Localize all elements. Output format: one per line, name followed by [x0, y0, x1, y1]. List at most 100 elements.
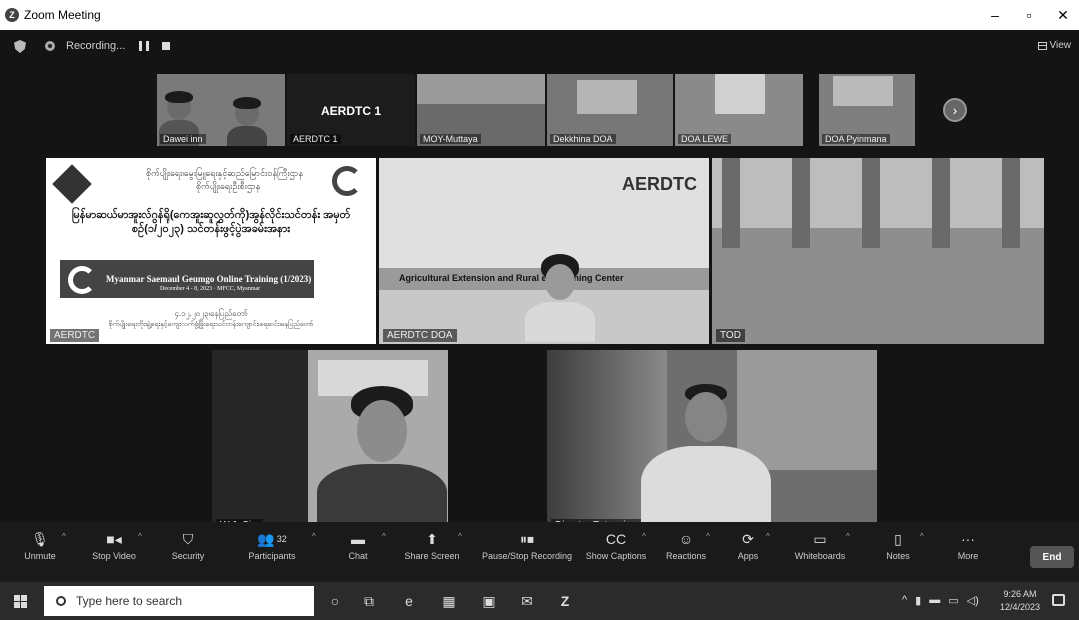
participant-name: TOD: [716, 329, 745, 342]
thumbnail-tile[interactable]: AERDTC 1 AERDTC 1: [287, 74, 415, 146]
unmute-button[interactable]: 🎙 Unmute ^: [0, 530, 80, 562]
stop-icon[interactable]: [162, 42, 170, 50]
participant-name: DOA Pyinmana: [822, 134, 890, 144]
chevron-up-icon[interactable]: ^: [766, 532, 770, 541]
chat-button[interactable]: ▬ Chat ^: [318, 530, 398, 561]
apps-icon: ⟳: [742, 530, 754, 547]
participant-name: AERDTC DOA: [383, 329, 457, 342]
cortana-icon[interactable]: ○: [326, 592, 344, 610]
slide-banner-subtitle: December 4 - 8, 2023 · MFCC, Myanmar: [160, 286, 261, 292]
video-tile[interactable]: TOD: [712, 158, 1044, 344]
show-captions-label: Show Captions: [585, 551, 647, 561]
meeting-toolbar: 🎙 Unmute ^ ■◂ Stop Video ^ ⛉ Security 👥 3…: [0, 522, 1079, 582]
notes-button[interactable]: ▯ Notes ^: [858, 530, 938, 562]
view-button[interactable]: View: [1037, 40, 1071, 51]
share-screen-label: Share Screen: [404, 551, 460, 561]
thumbnail-tile[interactable]: Dekkhina DOA: [547, 74, 673, 146]
thumbnail-tile[interactable]: Dawei inn: [157, 74, 285, 146]
taskbar-clock[interactable]: 9:26 AM 12/4/2023: [1000, 588, 1040, 614]
system-tray[interactable]: ^ ▮ ▬ ▭ ◁): [902, 594, 979, 607]
participant-name: AERDTC: [50, 329, 100, 342]
more-icon: ···: [961, 531, 975, 547]
notes-icon: ▯: [894, 530, 902, 547]
share-screen-button[interactable]: ⬆ Share Screen ^: [392, 530, 472, 562]
pause-stop-icon: ⏸⏹: [520, 530, 534, 547]
participants-label: Participants: [248, 551, 296, 561]
notifications-icon[interactable]: [1052, 594, 1065, 606]
clock-date: 12/4/2023: [1000, 602, 1041, 612]
taskbar-search-box[interactable]: Type here to search: [44, 586, 314, 616]
zoom-taskbar-icon[interactable]: Z: [556, 592, 574, 610]
chevron-up-icon[interactable]: ^: [312, 532, 316, 541]
shield-icon[interactable]: [14, 40, 26, 53]
chevron-up-icon[interactable]: ^: [920, 532, 924, 541]
video-tile[interactable]: AERDTC Agricultural Extension and Rural …: [379, 158, 709, 344]
reactions-icon: ☺: [678, 531, 694, 547]
thumbnail-tile[interactable]: MOY-Muttaya: [417, 74, 545, 146]
recording-status: Recording...: [66, 40, 126, 52]
chevron-up-icon[interactable]: ^: [846, 532, 850, 541]
window-titlebar: Z Zoom Meeting – ▫ ✕: [0, 0, 1079, 30]
participants-icon: 👥 32: [257, 530, 287, 547]
shared-slide-tile[interactable]: စိုက်ပျိုးရေး၊မွေးမြူရေးနှင့်ဆည်မြောင်းဝ…: [46, 158, 376, 344]
thumbnail-tile[interactable]: DOA Pyinmana: [819, 74, 915, 146]
chevron-up-icon[interactable]: ^: [62, 532, 66, 541]
mic-muted-icon: 🎙: [31, 530, 49, 547]
whiteboards-label: Whiteboards: [794, 551, 846, 561]
close-button[interactable]: ✕: [1048, 0, 1078, 30]
chevron-right-icon[interactable]: ›: [943, 98, 967, 122]
slide-banner-title: Myanmar Saemaul Geumgo Online Training (…: [106, 274, 312, 284]
store-icon[interactable]: ▣: [480, 592, 498, 610]
ministry-logo: [52, 164, 92, 204]
show-captions-button[interactable]: CC Show Captions ^: [576, 530, 656, 561]
participant-name: MOY-Muttaya: [420, 134, 481, 144]
windows-taskbar: Type here to search ○ ⧉ e ▦ ▣ ✉ Z ^ ▮ ▬ ▭ ◁)…: [0, 582, 1079, 620]
app-icon[interactable]: ▦: [440, 592, 458, 610]
share-icon: ⬆: [426, 530, 438, 547]
chevron-up-icon[interactable]: ^: [458, 532, 462, 541]
end-button[interactable]: End: [1030, 546, 1074, 568]
mail-icon[interactable]: ✉: [518, 592, 536, 610]
restore-button[interactable]: ▫: [1014, 0, 1044, 30]
pause-icon[interactable]: [139, 41, 149, 51]
aerdtc-brand-text: AERDTC: [622, 174, 697, 194]
whiteboard-icon: ▭: [813, 530, 827, 547]
aerdtc-caption: Agricultural Extension and Rural ent Tra…: [399, 273, 624, 283]
edge-icon[interactable]: e: [400, 592, 418, 610]
chevron-up-icon[interactable]: ^: [382, 532, 386, 541]
meeting-topbar: Recording... View: [0, 30, 1079, 62]
thumbnail-tile[interactable]: DOA LEWE: [675, 74, 803, 146]
reactions-label: Reactions: [665, 551, 707, 561]
apps-button[interactable]: ⟳ Apps ^: [708, 530, 788, 562]
video-tile[interactable]: W.J. Sim: [212, 350, 448, 534]
chat-icon: ▬: [351, 531, 365, 547]
captions-icon: CC: [605, 531, 627, 547]
stop-video-button[interactable]: ■◂ Stop Video ^: [74, 530, 154, 562]
slide-date: ၄.၁၂.၂၀၂၃၊နေပြည်တော်: [174, 309, 248, 318]
more-label: More: [957, 551, 979, 561]
task-view-icon[interactable]: ⧉: [360, 592, 378, 610]
participant-name: Dekkhina DOA: [550, 134, 616, 144]
search-placeholder: Type here to search: [76, 594, 183, 608]
unmute-label: Unmute: [24, 551, 56, 561]
video-icon: ■◂: [106, 530, 122, 547]
pause-stop-recording-label: Pause/Stop Recording: [481, 551, 573, 561]
whiteboards-button[interactable]: ▭ Whiteboards ^: [780, 530, 860, 562]
security-icon: ⛉: [182, 530, 194, 547]
security-button[interactable]: ⛉ Security: [148, 530, 228, 562]
minimize-button[interactable]: –: [980, 0, 1010, 30]
video-tile[interactable]: Director Extension: [547, 350, 877, 534]
zoom-logo-icon: Z: [5, 8, 19, 22]
participants-button[interactable]: 👥 32 Participants ^: [232, 530, 315, 562]
security-label: Security: [171, 551, 205, 561]
participant-avatar-name: AERDTC 1: [320, 104, 381, 118]
more-button[interactable]: ··· More: [928, 530, 1008, 561]
windows-icon[interactable]: [14, 595, 27, 608]
slide-heading: မြန်မာဆယ်မာအူးလ်ဂွန်ရို(ကေအူးဆူလွှတ်ကို)…: [71, 209, 351, 235]
pause-stop-recording-button[interactable]: ⏸⏹ Pause/Stop Recording: [472, 530, 582, 562]
stop-video-label: Stop Video: [92, 551, 136, 561]
chevron-up-icon[interactable]: ^: [138, 532, 142, 541]
meeting-stage: Recording... View Dawei inn AERDTC 1 AER…: [0, 30, 1079, 582]
window-title: Zoom Meeting: [24, 8, 101, 22]
participant-name: Dawei inn: [160, 134, 206, 144]
